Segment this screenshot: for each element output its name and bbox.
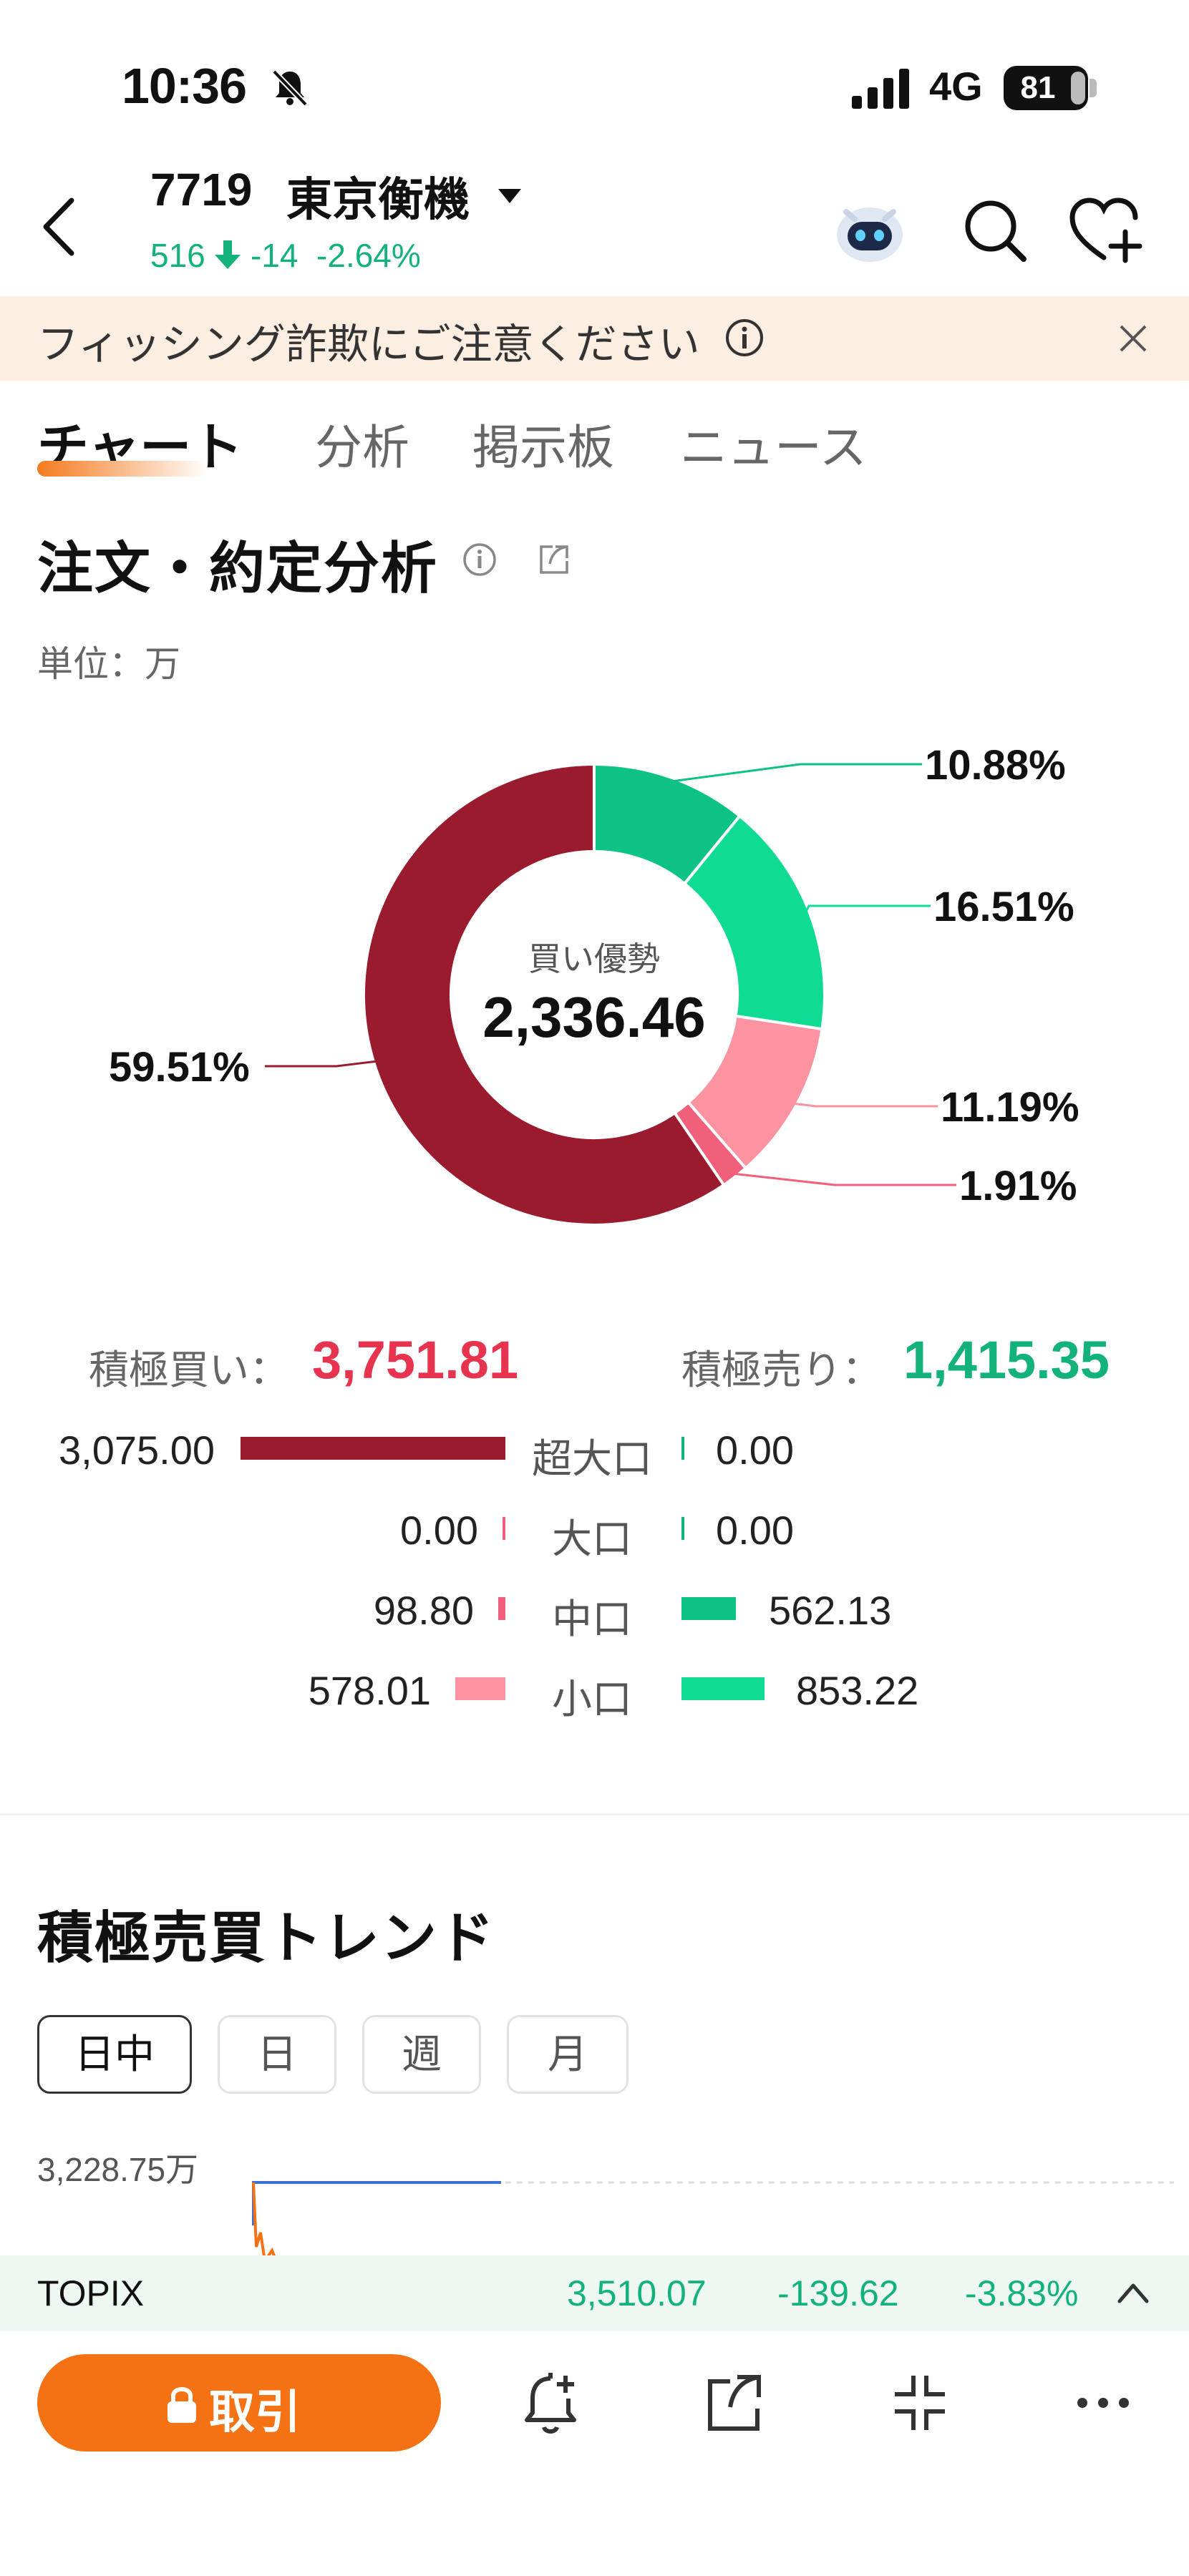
lock-icon [168,2387,196,2423]
row-cat-small: 小口 [552,1677,632,1722]
change-percent: -2.64% [316,237,421,274]
index-change: -139.62 [777,2273,899,2313]
donut-center-value: 2,336.46 [482,985,706,1049]
collapse-icon[interactable] [888,2368,952,2437]
row-cat-large: 大口 [552,1516,632,1561]
active-buy-value: 3,751.81 [312,1330,519,1390]
bar-buy-medium [498,1597,505,1620]
active-sell-value: 1,415.35 [903,1330,1110,1390]
donut-center-label: 買い優勢 [528,940,660,977]
leader-line-4 [732,1172,956,1186]
leader-line-3 [792,1102,938,1108]
row-buy-small: 578.01 [308,1668,431,1713]
network-label: 4G [929,64,983,109]
row-sell-small: 853.22 [796,1668,919,1713]
change-value: -14 [251,237,299,274]
row-cat-medium: 中口 [552,1596,632,1641]
tab-analysis[interactable]: 分析 [315,409,409,478]
bar-sell-small [681,1677,765,1700]
active-sell-label: 積極売り： [681,1347,882,1392]
info-icon[interactable] [724,318,765,358]
bar-sell-medium [681,1597,736,1620]
robot-assistant-icon[interactable] [830,190,909,269]
trade-button-label: 取引 [209,2386,301,2438]
bar-buy-super-large [241,1437,505,1460]
tab-news[interactable]: ニュース [680,409,867,478]
row-buy-super-large: 3,075.00 [59,1428,215,1473]
price-change: -14 -2.64% [251,236,421,275]
row-sell-medium: 562.13 [769,1588,892,1633]
index-value: 3,510.07 [567,2273,707,2313]
index-name: TOPIX [37,2273,145,2313]
stock-code: 7719 [150,164,253,215]
leader-line-2 [804,904,931,914]
alert-add-icon[interactable] [518,2368,583,2437]
slice-label-5: 59.51% [109,1044,250,1091]
trend-title: 積極売買トレンド [37,1906,496,1969]
bar-buy-large [503,1517,505,1540]
slice-label-4: 1.91% [959,1163,1077,1209]
stock-price: 516 [150,237,205,274]
bar-sell-super-large [681,1437,684,1460]
info-icon[interactable] [461,541,498,578]
row-sell-large: 0.00 [716,1508,794,1553]
active-buy-label: 積極買い： [89,1347,289,1392]
row-cat-super-large: 超大口 [532,1436,652,1481]
index-change-percent: -3.83% [965,2273,1079,2313]
chip-intraday[interactable]: 日中 [37,2015,192,2094]
tab-active-indicator [37,461,208,477]
bar-sell-large [681,1517,684,1540]
slice-label-1: 10.88% [925,742,1066,789]
bell-off-icon [272,69,308,107]
chevron-up-icon[interactable] [1115,2278,1151,2307]
signal-icon [852,69,909,109]
battery-nub [1089,79,1097,97]
back-icon[interactable] [37,195,80,259]
slice-label-3: 11.19% [941,1084,1079,1131]
share-icon[interactable] [702,2368,766,2437]
slice-label-2: 16.51% [933,884,1074,930]
caret-down-icon[interactable] [495,187,524,205]
share-icon[interactable] [535,541,573,578]
arrow-down-icon [215,240,241,269]
search-icon[interactable] [959,195,1031,266]
add-favorite-icon[interactable] [1067,195,1145,266]
battery-level: 81 [1020,70,1056,105]
more-icon[interactable] [1071,2368,1135,2437]
stock-name[interactable]: 東京衡機 [286,163,470,229]
banner-text: フィッシング詐欺にご注意ください [37,321,700,368]
bar-buy-small [455,1677,505,1700]
status-time: 10:36 [122,58,247,114]
unit-label: 単位：万 [37,644,180,684]
tab-board[interactable]: 掲示板 [472,409,614,478]
leader-line-1 [669,763,922,783]
chip-day[interactable]: 日 [218,2015,336,2094]
leader-line-5 [265,1060,379,1068]
battery-icon: 81 [1004,66,1088,110]
row-sell-super-large: 0.00 [716,1428,794,1473]
row-buy-large: 0.00 [400,1508,478,1553]
chip-month[interactable]: 月 [507,2015,629,2094]
section-title: 注文・約定分析 [37,537,439,600]
row-buy-medium: 98.80 [373,1588,474,1633]
trend-y-max: 3,228.75万 [37,2151,199,2188]
close-icon[interactable] [1114,319,1152,358]
trade-button[interactable]: 取引 [37,2354,441,2451]
section-divider [0,1813,1189,1815]
chip-week[interactable]: 週 [362,2015,481,2094]
